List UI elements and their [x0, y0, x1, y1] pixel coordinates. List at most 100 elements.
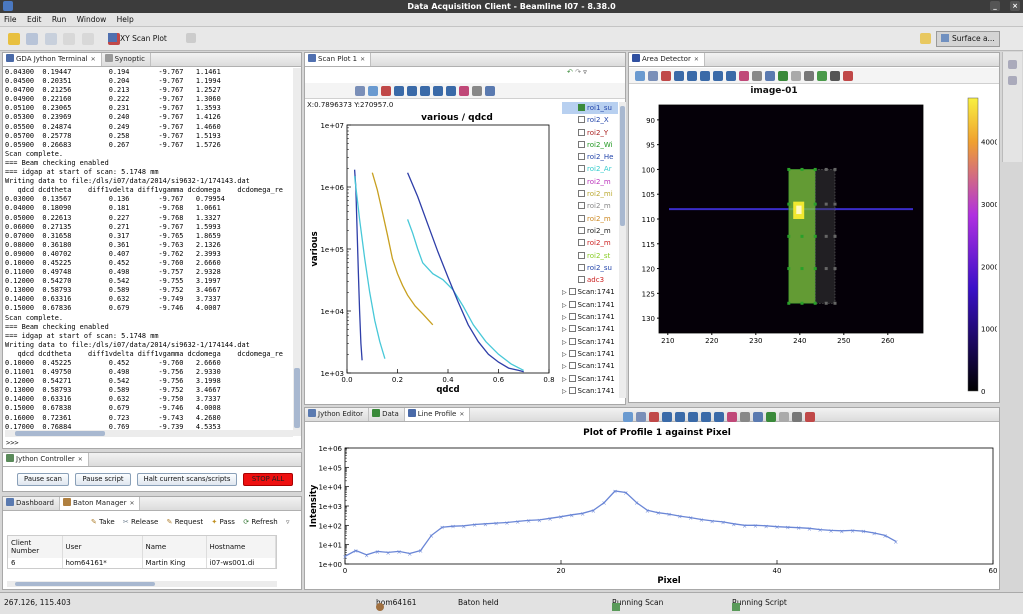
redo-icon[interactable]	[81, 33, 94, 45]
legend-item[interactable]: roi2_X	[562, 114, 618, 126]
zoom-icon[interactable]	[381, 86, 391, 96]
pause-script-button[interactable]: Pause script	[75, 473, 131, 486]
select-icon[interactable]	[753, 412, 763, 422]
pass-button[interactable]: ✦ Pass	[211, 518, 235, 526]
terminal-output[interactable]: 0.04300 0.19447 0.194 -9.767 1.1461 0.04…	[5, 68, 291, 440]
zoom-x-icon[interactable]	[407, 86, 417, 96]
legend-checkbox[interactable]	[568, 349, 576, 357]
close-icon[interactable]: ✕	[360, 56, 365, 63]
close-icon[interactable]: ✕	[78, 456, 83, 463]
axis-icon[interactable]	[623, 412, 633, 422]
legend-item[interactable]: roi2_st	[562, 250, 618, 262]
col-hostname[interactable]: Hostname	[206, 536, 276, 558]
legend-item[interactable]: roi2_Ar	[562, 163, 618, 175]
request-button[interactable]: ✎ Request	[167, 518, 204, 526]
pan-icon[interactable]	[394, 86, 404, 96]
open-perspective-icon[interactable]	[920, 33, 931, 44]
legend-checkbox[interactable]	[568, 362, 576, 370]
legend-checkbox[interactable]	[578, 263, 585, 271]
print-icon[interactable]	[792, 412, 802, 422]
tab-jython-editor[interactable]: Jython Editor	[305, 408, 370, 421]
col-name[interactable]: Name	[142, 536, 207, 558]
tab-jython-controller[interactable]: Jython Controller ✕	[3, 453, 89, 466]
redo-icon[interactable]: ↷	[575, 68, 581, 76]
pan-icon[interactable]	[674, 71, 684, 81]
menu-edit[interactable]: Edit	[23, 13, 46, 27]
settings-icon[interactable]	[355, 86, 365, 96]
zoom-y-icon[interactable]	[700, 71, 710, 81]
undo-icon[interactable]: ↶	[567, 68, 573, 76]
tab-area-detector[interactable]: Area Detector ✕	[629, 53, 705, 66]
zoom-in-icon[interactable]	[433, 86, 443, 96]
zoom-out-icon[interactable]	[714, 412, 724, 422]
undo-icon[interactable]	[766, 412, 776, 422]
pan-icon[interactable]	[662, 412, 672, 422]
export-icon[interactable]	[817, 71, 827, 81]
legend-item[interactable]: roi2_su	[562, 262, 618, 274]
cursor-icon[interactable]	[752, 71, 762, 81]
xy-scan-plot-button[interactable]: XY Scan Plot	[108, 32, 167, 46]
stop-all-button[interactable]: STOP ALL	[243, 473, 293, 486]
legend-checkbox[interactable]	[578, 165, 585, 173]
reset-icon[interactable]	[727, 412, 737, 422]
zoom-y-icon[interactable]	[420, 86, 430, 96]
terminal-vscrollbar[interactable]	[293, 68, 301, 436]
zoom-y-icon[interactable]	[688, 412, 698, 422]
redo-icon[interactable]	[791, 71, 801, 81]
zoom-x-icon[interactable]	[687, 71, 697, 81]
legend-item[interactable]: ▷ Scan:1741	[562, 286, 618, 298]
legend-checkbox[interactable]	[578, 202, 585, 210]
axis-icon[interactable]	[635, 71, 645, 81]
terminal-hscrollbar[interactable]	[5, 430, 293, 437]
scroll-thumb[interactable]	[15, 431, 105, 436]
legend-item[interactable]: roi1_su	[562, 102, 618, 115]
scroll-thumb[interactable]	[620, 106, 625, 226]
legend-checkbox[interactable]	[568, 337, 576, 345]
legend-checkbox[interactable]	[578, 177, 585, 185]
legend-item[interactable]: roi2_Wi	[562, 139, 618, 151]
scroll-thumb[interactable]	[15, 582, 155, 586]
legend-item[interactable]: ▷ Scan:1741	[562, 323, 618, 335]
legend-item[interactable]: roi2_m	[562, 237, 618, 249]
line-profile-chart[interactable]: 1e+06 1e+05 1e+04 1e+03 1e+02 1e+01 1e+000 20 40…	[307, 424, 999, 588]
refresh-button[interactable]: ⟳ Refresh	[243, 518, 278, 526]
print-icon[interactable]	[804, 71, 814, 81]
settings-icon[interactable]	[648, 71, 658, 81]
legend-item[interactable]: ▷ Scan:1741	[562, 348, 618, 360]
legend-item[interactable]: ▷ Scan:1741	[562, 360, 618, 372]
legend-checkbox[interactable]	[568, 386, 576, 394]
release-button[interactable]: ✂ Release	[123, 518, 158, 526]
legend-checkbox[interactable]	[578, 226, 585, 234]
legend-checkbox[interactable]	[578, 190, 585, 198]
legend-checkbox[interactable]	[568, 288, 576, 296]
view-icon[interactable]	[1008, 76, 1017, 85]
col-client-number[interactable]: Client Number	[8, 536, 63, 558]
zoom-in-icon[interactable]	[701, 412, 711, 422]
close-icon[interactable]: ✕	[129, 500, 134, 507]
legend-checkbox[interactable]	[578, 153, 585, 161]
perspective-button[interactable]: Surface a...	[936, 31, 1000, 47]
cursor-icon[interactable]	[740, 412, 750, 422]
tab-dashboard[interactable]: Dashboard	[3, 497, 60, 510]
refresh-icon[interactable]	[186, 33, 196, 43]
zoom-in-icon[interactable]	[713, 71, 723, 81]
select-icon[interactable]	[765, 71, 775, 81]
legend-item[interactable]: ▷ Scan:1741	[562, 299, 618, 311]
redo-icon[interactable]	[779, 412, 789, 422]
legend-checkbox[interactable]	[578, 128, 585, 136]
reset-icon[interactable]	[459, 86, 469, 96]
legend-checkbox[interactable]	[568, 313, 576, 321]
legend-checkbox[interactable]	[578, 251, 585, 259]
legend-item[interactable]: roi2_m	[562, 213, 618, 225]
tab-gda-jython-terminal[interactable]: GDA Jython Terminal ✕	[3, 53, 102, 66]
zoom-icon[interactable]	[661, 71, 671, 81]
close-icon[interactable]: ×	[1010, 1, 1020, 11]
legend-checkbox[interactable]	[578, 116, 585, 124]
tab-scan-plot[interactable]: Scan Plot 1 ✕	[305, 53, 372, 66]
table-row[interactable]: 6 hom64161* Martin King i07-ws001.di	[8, 558, 276, 568]
tab-line-profile[interactable]: Line Profile ✕	[404, 408, 471, 421]
legend-item[interactable]: ▷ Scan:1741	[562, 336, 618, 348]
scroll-thumb[interactable]	[294, 368, 300, 428]
take-button[interactable]: ✎ Take	[91, 518, 115, 526]
new-icon[interactable]	[8, 33, 20, 45]
